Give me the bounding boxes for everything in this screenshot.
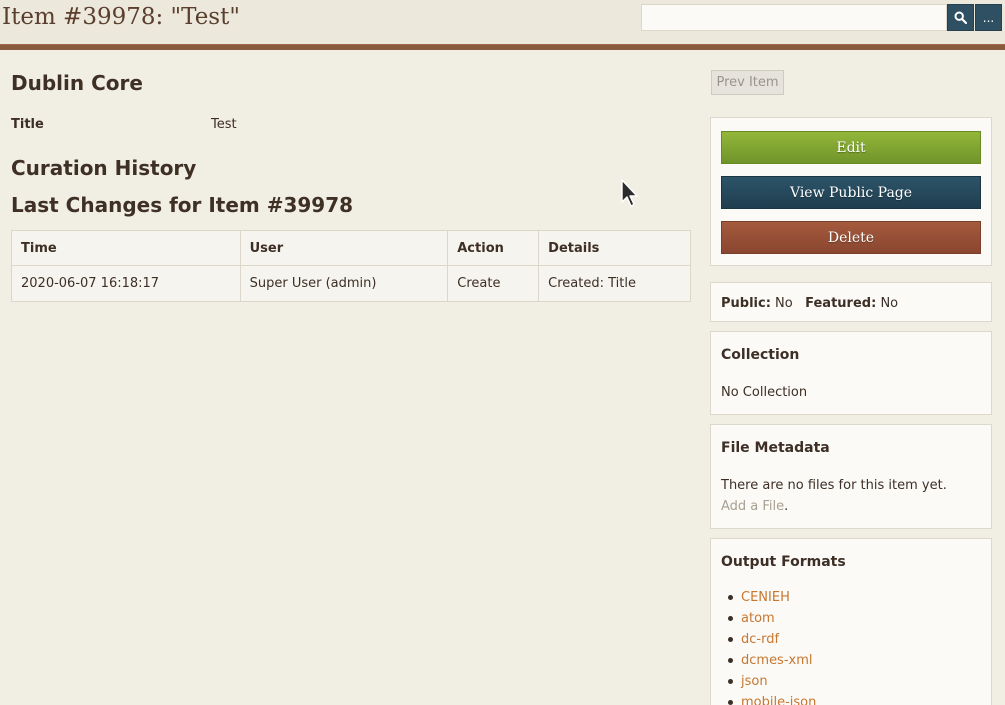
format-link-cenieh[interactable]: CENIEH bbox=[721, 587, 816, 608]
format-label: CENIEH bbox=[741, 590, 790, 605]
output-formats-title: Output Formats bbox=[721, 554, 846, 570]
collection-panel: Collection No Collection bbox=[710, 331, 992, 415]
bullet-icon bbox=[728, 637, 733, 642]
featured-label: Featured: bbox=[805, 296, 877, 311]
search-input[interactable] bbox=[641, 4, 947, 31]
delete-button[interactable]: Delete bbox=[721, 221, 981, 254]
file-metadata-text: There are no files for this item yet. Ad… bbox=[721, 475, 966, 517]
format-label: mobile-json bbox=[741, 695, 817, 705]
format-link-mobile-json[interactable]: mobile-json bbox=[721, 692, 816, 705]
cell-action: Create bbox=[447, 265, 540, 302]
add-file-link[interactable]: Add a File bbox=[721, 499, 784, 514]
output-formats-panel: Output Formats CENIEH atom dc-rdf dcmes-… bbox=[710, 538, 992, 705]
format-link-atom[interactable]: atom bbox=[721, 608, 816, 629]
bullet-icon bbox=[728, 616, 733, 621]
header: Item #39978: "Test" ... bbox=[0, 0, 1005, 44]
format-label: dcmes-xml bbox=[741, 653, 813, 668]
public-value: No bbox=[775, 296, 793, 311]
advanced-search-button[interactable]: ... bbox=[975, 4, 1002, 31]
public-label: Public: bbox=[721, 296, 771, 311]
no-files-text: There are no files for this item yet. bbox=[721, 478, 947, 493]
file-metadata-title: File Metadata bbox=[721, 440, 830, 456]
column-header-time: Time bbox=[11, 230, 241, 266]
collection-title: Collection bbox=[721, 347, 800, 363]
edit-button[interactable]: Edit bbox=[721, 131, 981, 164]
featured-value: No bbox=[880, 296, 899, 311]
table-header-row: Time User Action Details bbox=[11, 230, 691, 266]
status-line: Public: No Featured: No bbox=[721, 296, 898, 311]
bullet-icon bbox=[728, 595, 733, 600]
cell-user: Super User (admin) bbox=[239, 265, 449, 302]
actions-panel: Edit View Public Page Delete bbox=[710, 117, 992, 266]
bullet-icon bbox=[728, 658, 733, 663]
field-label-title: Title bbox=[11, 117, 44, 132]
curation-history-heading: Curation History bbox=[11, 156, 197, 180]
format-link-dc-rdf[interactable]: dc-rdf bbox=[721, 629, 816, 650]
bullet-icon bbox=[728, 679, 733, 684]
file-metadata-panel: File Metadata There are no files for thi… bbox=[710, 424, 992, 529]
cell-time: 2020-06-07 16:18:17 bbox=[11, 265, 241, 302]
element-set-heading: Dublin Core bbox=[11, 71, 143, 95]
prev-item-button[interactable]: Prev Item bbox=[711, 70, 784, 95]
field-value-title: Test bbox=[211, 117, 237, 132]
column-header-details: Details bbox=[538, 230, 691, 266]
history-table: Time User Action Details 2020-06-07 16:1… bbox=[11, 230, 691, 302]
format-label: json bbox=[741, 674, 768, 689]
mouse-cursor-icon bbox=[621, 179, 638, 207]
status-panel: Public: No Featured: No bbox=[710, 282, 992, 322]
header-divider bbox=[0, 44, 1005, 50]
format-link-json[interactable]: json bbox=[721, 671, 816, 692]
format-label: dc-rdf bbox=[741, 632, 780, 647]
table-row: 2020-06-07 16:18:17 Super User (admin) C… bbox=[11, 265, 691, 302]
output-formats-list: CENIEH atom dc-rdf dcmes-xml json mobile… bbox=[721, 587, 816, 705]
page-title: Item #39978: "Test" bbox=[2, 4, 240, 30]
view-public-page-button[interactable]: View Public Page bbox=[721, 176, 981, 209]
column-header-user: User bbox=[239, 230, 449, 266]
bullet-icon bbox=[728, 700, 733, 705]
file-text-end: . bbox=[784, 499, 789, 514]
format-label: atom bbox=[741, 611, 775, 626]
cell-details: Created: Title bbox=[538, 265, 691, 302]
column-header-action: Action bbox=[447, 230, 540, 266]
format-link-dcmes-xml[interactable]: dcmes-xml bbox=[721, 650, 816, 671]
search-button[interactable] bbox=[947, 4, 974, 31]
last-changes-heading: Last Changes for Item #39978 bbox=[11, 193, 354, 217]
collection-value: No Collection bbox=[721, 385, 808, 400]
search-icon bbox=[954, 11, 967, 24]
